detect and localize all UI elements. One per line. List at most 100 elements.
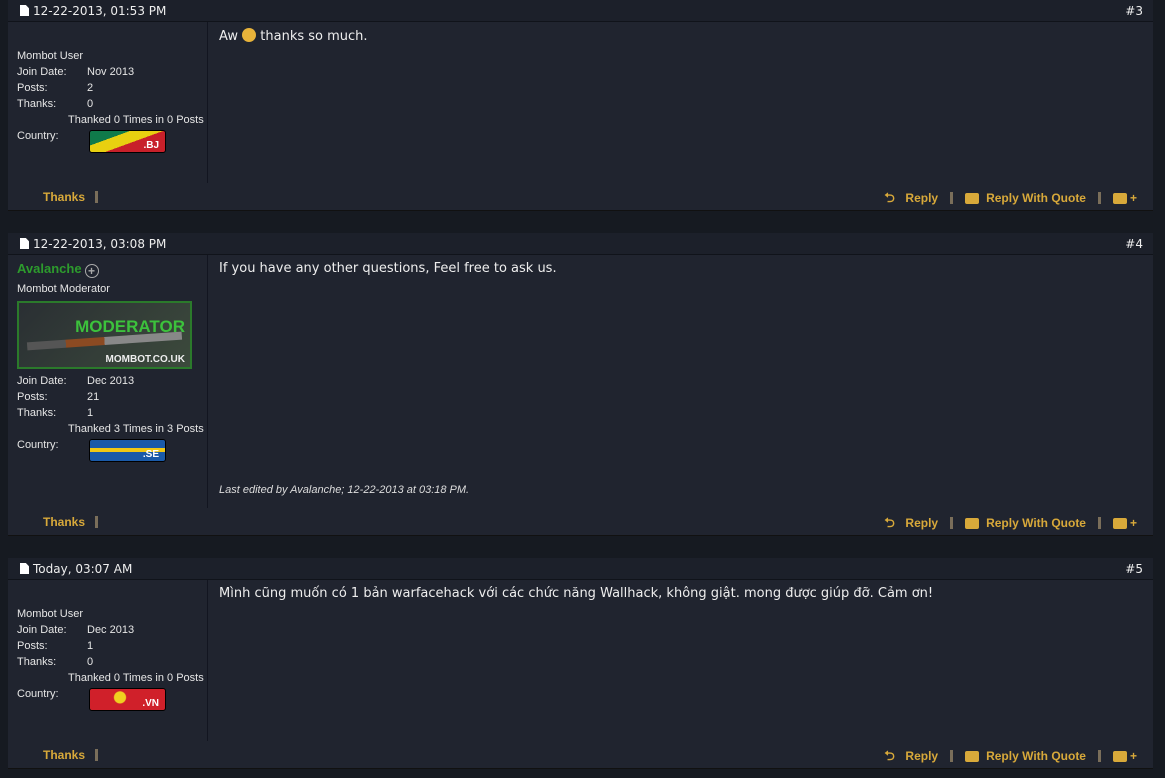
user-title: Mombot User [17,608,84,620]
post-header: 12-22-2013, 01:53 PM #3 [8,0,1153,22]
quote-icon [965,192,980,204]
reply-button[interactable]: Reply [905,516,938,530]
post-message: If you have any other questions, Feel fr… [219,261,557,276]
thanks-count: 0 [87,98,94,110]
thanks-label: Thanks [43,515,86,529]
reply-arrow-icon: ⮌ [884,748,895,763]
user-title: Mombot Moderator [17,283,110,295]
reply-with-quote-button[interactable]: Reply With Quote [986,516,1086,530]
divider [1097,192,1101,204]
divider [95,749,99,761]
flag-se-icon: .SE [89,439,166,462]
reply-button[interactable]: Reply [905,191,938,205]
posts-label: Posts: [17,391,48,403]
post-date: 12-22-2013, 03:08 PM [33,237,167,251]
thanks-button[interactable]: Thanks [43,748,99,762]
post-body: Mombot User Join Date: Nov 2013 Posts: 2 T… [8,22,1153,211]
post-number[interactable]: #4 [1125,233,1143,255]
post-body: Avalanche + Mombot Moderator MODERATOR MOM… [8,255,1153,536]
document-icon [20,563,29,574]
country-code: .BJ [143,140,159,151]
thanked-summary: Thanked 0 Times in 0 Posts [68,114,204,126]
post-date: Today, 03:07 AM [33,562,133,576]
reply-button[interactable]: Reply [905,749,938,763]
country-label: Country: [17,688,59,700]
join-label: Join Date: [17,375,67,387]
multi-quote-icon[interactable] [1112,517,1127,529]
reply-with-quote-button[interactable]: Reply With Quote [986,191,1086,205]
thanks-label: Thanks: [17,98,57,110]
thanks-label: Thanks: [17,407,57,419]
post-count: 2 [87,82,94,94]
country-code: .VN [142,698,159,709]
username[interactable] [17,28,207,46]
add-contact-icon[interactable]: + [84,264,99,278]
quote-icon [965,517,980,529]
thanked-summary: Thanked 0 Times in 0 Posts [68,672,204,684]
post-message: Mình cũng muốn có 1 bản warfacehack với … [219,586,934,601]
post-number[interactable]: #5 [1125,558,1143,580]
post-footer: Thanks ⮌ Reply Reply With Quote + [8,509,1153,535]
divider [950,750,954,762]
user-info: Mombot User Join Date: Nov 2013 Posts: 2 T… [8,22,208,183]
plus-icon: + [1129,191,1137,205]
multi-quote-icon[interactable] [1112,750,1127,762]
moderator-badge: MODERATOR MOMBOT.CO.UK [17,301,192,369]
join-date: Nov 2013 [87,66,135,78]
reply-with-quote-button[interactable]: Reply With Quote [986,749,1086,763]
thanks-label: Thanks [43,190,86,204]
post-count: 21 [87,391,100,403]
user-info: Avalanche + Mombot Moderator MODERATOR MOM… [8,255,208,508]
plus-icon: + [1129,516,1137,530]
username-link[interactable]: Avalanche + [17,261,207,279]
divider [1097,517,1101,529]
post-5: Today, 03:07 AM #5 Mombot User Join Date:… [8,558,1153,769]
divider [1097,750,1101,762]
post-body: Mombot User Join Date: Dec 2013 Posts: 1 T… [8,580,1153,769]
user-info: Mombot User Join Date: Dec 2013 Posts: 1 T… [8,580,208,741]
divider [950,192,954,204]
post-3: 12-22-2013, 01:53 PM #3 Mombot User Join … [8,0,1153,211]
reply-arrow-icon: ⮌ [884,515,895,530]
reply-arrow-icon: ⮌ [884,190,895,205]
country-label: Country: [17,130,59,142]
post-message: Aw thanks so much. [219,28,368,44]
message-text: thanks so much. [260,29,368,44]
join-label: Join Date: [17,624,67,636]
posts-label: Posts: [17,640,48,652]
last-edited-note: Last edited by Avalanche; 12-22-2013 at … [219,484,470,496]
posts-label: Posts: [17,82,48,94]
message-text: Aw [219,29,238,44]
country-label: Country: [17,439,59,451]
post-number[interactable]: #3 [1125,0,1143,22]
quote-icon [965,750,980,762]
document-icon [20,238,29,249]
thanked-summary: Thanked 3 Times in 3 Posts [68,423,204,435]
thanks-button[interactable]: Thanks [43,515,99,529]
flag-bj-icon: .BJ [89,130,166,153]
post-4: 12-22-2013, 03:08 PM #4 Avalanche + Mombot… [8,233,1153,536]
multi-quote-icon[interactable] [1112,192,1127,204]
frown-smiley-icon [242,28,257,42]
thanks-label: Thanks [43,748,86,762]
user-title: Mombot User [17,50,84,62]
thanks-button[interactable]: Thanks [43,190,99,204]
post-header: Today, 03:07 AM #5 [8,558,1153,580]
country-code: .SE [142,449,159,460]
post-footer: Thanks ⮌ Reply Reply With Quote + [8,742,1153,768]
username[interactable] [17,586,207,604]
divider [95,516,99,528]
username[interactable]: Avalanche [17,261,82,276]
document-icon [20,5,29,16]
join-date: Dec 2013 [87,624,135,636]
divider [95,191,99,203]
post-footer: Thanks ⮌ Reply Reply With Quote + [8,184,1153,210]
thanks-label: Thanks: [17,656,57,668]
badge-title: MODERATOR [75,317,185,336]
join-label: Join Date: [17,66,67,78]
thanks-count: 1 [87,407,94,419]
post-header: 12-22-2013, 03:08 PM #4 [8,233,1153,255]
divider [950,517,954,529]
badge-site: MOMBOT.CO.UK [105,354,185,365]
flag-vn-icon: .VN [89,688,166,711]
